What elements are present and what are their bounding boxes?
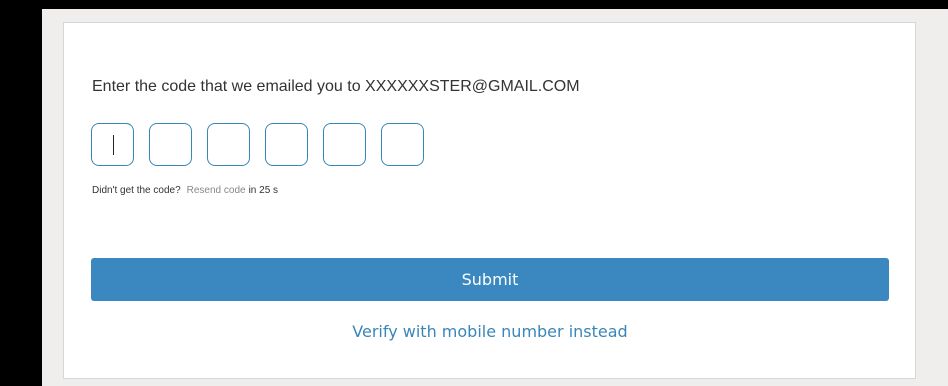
code-digit-2[interactable] <box>149 123 192 166</box>
code-input-group <box>91 123 424 166</box>
text-caret <box>113 135 114 155</box>
code-digit-5[interactable] <box>323 123 366 166</box>
code-digit-1[interactable] <box>91 123 134 166</box>
verify-mobile-link[interactable]: Verify with mobile number instead <box>91 322 889 341</box>
resend-timer: in 25 s <box>248 185 279 196</box>
code-digit-6[interactable] <box>381 123 424 166</box>
code-digit-4[interactable] <box>265 123 308 166</box>
code-digit-3[interactable] <box>207 123 250 166</box>
resend-question: Didn't get the code? <box>92 185 181 196</box>
code-prompt: Enter the code that we emailed you to XX… <box>92 78 580 95</box>
resend-row: Didn't get the code? Resend code in 25 s <box>92 185 278 196</box>
verification-card: Enter the code that we emailed you to XX… <box>63 22 916 379</box>
submit-button[interactable]: Submit <box>91 258 889 301</box>
resend-code-link[interactable]: Resend code <box>187 185 246 196</box>
